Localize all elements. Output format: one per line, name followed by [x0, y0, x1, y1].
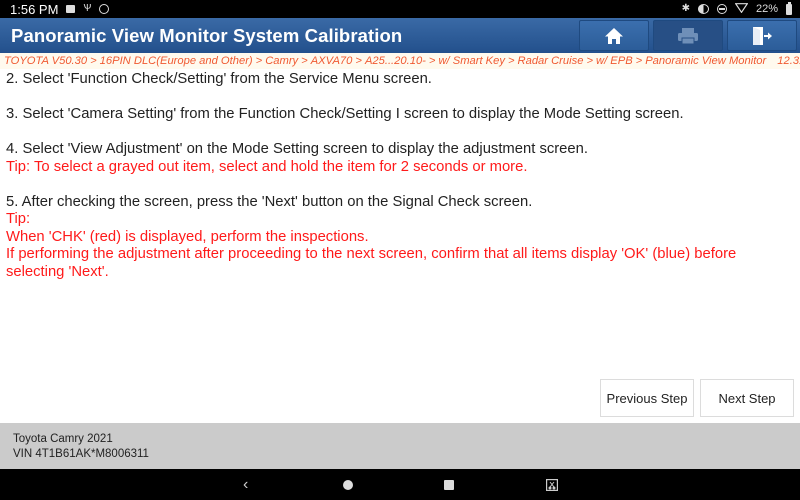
status-bar: 1:56 PM Ѱ ✱ 22% — [0, 0, 800, 18]
breadcrumb-item[interactable]: AXVA70 — [311, 55, 353, 67]
breadcrumb-item[interactable]: Radar Cruise — [518, 55, 584, 67]
breadcrumb-item[interactable]: Camry — [265, 55, 298, 67]
home-circle-icon — [343, 480, 353, 490]
instruction-step: 5. After checking the screen, press the … — [6, 194, 796, 282]
print-button[interactable] — [653, 20, 723, 51]
image-icon — [66, 5, 76, 13]
settings-gear-icon — [99, 4, 110, 14]
home-system-button[interactable] — [343, 477, 353, 493]
do-not-disturb-icon — [716, 4, 727, 14]
step-tip: When 'CHK' (red) is displayed, perform t… — [6, 228, 369, 245]
printer-icon — [678, 27, 698, 44]
bluetooth-icon: ✱ — [681, 3, 690, 14]
home-icon — [605, 27, 623, 44]
vehicle-name: Toyota Camry 2021 — [13, 433, 113, 445]
step-tip: If performing the adjustment after proce… — [6, 246, 737, 280]
breadcrumb-item[interactable]: w/ EPB — [596, 55, 633, 67]
breadcrumb-separator: > — [428, 55, 436, 67]
wifi-icon — [734, 2, 749, 16]
system-navigation-bar: ‹ — [0, 469, 800, 500]
recents-icon — [444, 480, 454, 490]
vehicle-info-footer: Toyota Camry 2021 VIN 4T1B61AK*M8006311 — [0, 423, 800, 469]
step-text: 3. Select 'Camera Setting' from the Func… — [6, 106, 684, 122]
instruction-step: 2. Select 'Function Check/Setting' from … — [6, 71, 796, 89]
screenshot-button[interactable] — [546, 477, 558, 493]
app-header: Panoramic View Monitor System Calibratio… — [0, 18, 800, 53]
battery-icon — [786, 1, 792, 15]
home-button[interactable] — [579, 20, 649, 51]
step-text: 5. After checking the screen, press the … — [6, 193, 533, 210]
page-title: Panoramic View Monitor System Calibratio… — [11, 24, 403, 46]
back-icon: ‹ — [243, 476, 249, 493]
header-toolbar — [579, 20, 797, 51]
breadcrumb-item[interactable]: 16PIN DLC(Europe and Other) — [100, 55, 253, 67]
instruction-step: 3. Select 'Camera Setting' from the Func… — [6, 106, 796, 124]
breadcrumb-separator: > — [635, 55, 643, 67]
battery-voltage: 12.31V — [777, 55, 800, 67]
step-text: 4. Select 'View Adjustment' on the Mode … — [6, 141, 588, 157]
instruction-content: 2. Select 'Function Check/Setting' from … — [6, 71, 796, 371]
status-time: 1:56 PM — [10, 1, 59, 17]
exit-door-icon — [753, 26, 772, 45]
breadcrumb-item[interactable]: Panoramic View Monitor — [645, 55, 766, 67]
battery-percent: 22% — [755, 3, 778, 15]
breadcrumb-separator: > — [90, 55, 97, 67]
vehicle-vin: VIN 4T1B61AK*M8006311 — [13, 448, 149, 460]
breadcrumb-item[interactable]: A25...20.10- — [365, 55, 426, 67]
next-step-button[interactable]: Next Step — [700, 379, 794, 417]
step-text: 2. Select 'Function Check/Setting' from … — [6, 71, 432, 87]
breadcrumb-item[interactable]: TOYOTA V50.30 — [4, 55, 87, 67]
back-button[interactable]: ‹ — [243, 476, 249, 493]
breadcrumb-separator: > — [301, 55, 308, 67]
breadcrumb-separator: > — [507, 55, 515, 67]
previous-step-button[interactable]: Previous Step — [600, 379, 694, 417]
breadcrumb-separator: > — [355, 55, 362, 67]
data-saver-icon — [697, 4, 709, 14]
instruction-step: 4. Select 'View Adjustment' on the Mode … — [6, 141, 796, 176]
breadcrumb-separator: > — [255, 55, 263, 67]
breadcrumb-item[interactable]: w/ Smart Key — [438, 55, 505, 67]
usb-debug-icon: Ѱ — [83, 3, 92, 14]
breadcrumb: TOYOTA V50.30 > 16PIN DLC(Europe and Othe… — [0, 53, 800, 69]
step-tip-heading: Tip: — [6, 211, 31, 227]
breadcrumb-separator: > — [586, 55, 593, 67]
exit-button[interactable] — [727, 20, 797, 51]
step-tip: Tip: To select a grayed out item, select… — [6, 158, 528, 175]
recents-button[interactable] — [444, 477, 454, 493]
screenshot-icon — [546, 479, 558, 491]
